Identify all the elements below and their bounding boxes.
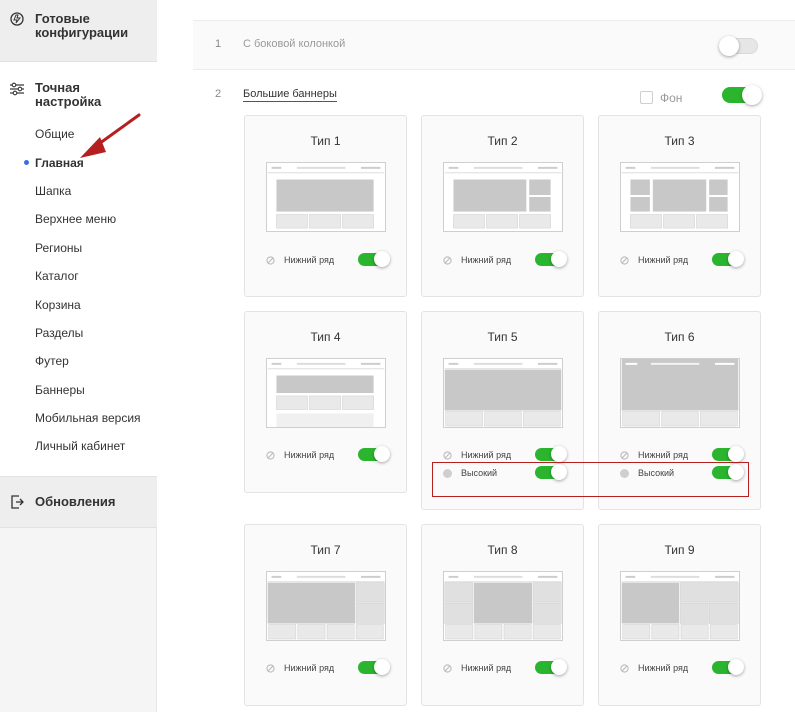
option-label: Нижний ряд bbox=[284, 450, 335, 460]
option-icon bbox=[443, 664, 452, 673]
sidebar-item-mobile[interactable]: Мобильная версия bbox=[35, 411, 141, 425]
banner-type-card[interactable]: Тип 3 Нижний ряд bbox=[598, 115, 761, 297]
option-label: Нижний ряд bbox=[284, 255, 335, 265]
updates-section[interactable]: Обновления bbox=[0, 476, 157, 528]
option-label: Нижний ряд bbox=[638, 255, 689, 265]
card-title: Тип 7 bbox=[310, 543, 341, 557]
option-icon bbox=[620, 451, 629, 460]
banner-type-card[interactable]: Тип 1 Нижний ряд bbox=[244, 115, 407, 297]
option-label: Нижний ряд bbox=[461, 450, 512, 460]
big-banners-toggle[interactable] bbox=[722, 85, 762, 105]
sliders-icon bbox=[10, 82, 24, 96]
option-icon bbox=[620, 664, 629, 673]
row-label: С боковой колонкой bbox=[243, 38, 346, 50]
layout-preview bbox=[620, 162, 740, 232]
sidebar-item-account[interactable]: Личный кабинет bbox=[35, 439, 125, 453]
option-label: Нижний ряд bbox=[461, 255, 512, 265]
updates-icon bbox=[11, 495, 24, 509]
bottom-row-toggle[interactable] bbox=[712, 251, 744, 267]
ready-configs-icon bbox=[10, 12, 24, 26]
sidebar-item-banners[interactable]: Баннеры bbox=[35, 383, 85, 397]
card-title: Тип 1 bbox=[310, 134, 341, 148]
big-banners-label[interactable]: Большие баннеры bbox=[243, 88, 337, 102]
background-checkbox[interactable] bbox=[640, 91, 653, 104]
sidebar-item-main[interactable]: Главная bbox=[35, 156, 84, 170]
tuning-label: Точная настройка bbox=[35, 80, 102, 109]
sidebar-item-sections[interactable]: Разделы bbox=[35, 326, 83, 340]
layout-preview bbox=[266, 358, 386, 428]
layout-preview bbox=[443, 358, 563, 428]
sidebar-item-catalog[interactable]: Каталог bbox=[35, 269, 79, 283]
bottom-row-toggle[interactable] bbox=[535, 659, 567, 675]
bottom-row-toggle[interactable] bbox=[358, 659, 390, 675]
layout-preview bbox=[443, 162, 563, 232]
option-icon bbox=[620, 256, 629, 265]
option-row-side-column: 1 С боковой колонкой bbox=[193, 20, 795, 70]
layout-preview bbox=[620, 358, 740, 428]
option-icon bbox=[443, 256, 452, 265]
ready-configs-label: Готовые конфигурации bbox=[35, 11, 129, 40]
option-icon bbox=[443, 451, 452, 460]
row-number: 2 bbox=[215, 88, 222, 100]
updates-label: Обновления bbox=[35, 494, 116, 509]
option-label: Нижний ряд bbox=[638, 663, 689, 673]
card-title: Тип 2 bbox=[487, 134, 518, 148]
ready-configs-section[interactable]: Готовые конфигурации bbox=[0, 0, 157, 62]
sidebar-item-footer[interactable]: Футер bbox=[35, 354, 69, 368]
option-label: Нижний ряд bbox=[284, 663, 335, 673]
card-title: Тип 9 bbox=[664, 543, 695, 557]
option-label: Нижний ряд bbox=[461, 663, 512, 673]
bottom-row-toggle[interactable] bbox=[358, 446, 390, 462]
sidebar-item-header[interactable]: Шапка bbox=[35, 184, 71, 198]
annotation-highlight-box bbox=[432, 462, 749, 497]
layout-preview bbox=[266, 571, 386, 641]
bottom-row-toggle[interactable] bbox=[358, 251, 390, 267]
card-title: Тип 5 bbox=[487, 330, 518, 344]
card-title: Тип 8 bbox=[487, 543, 518, 557]
layout-preview bbox=[266, 162, 386, 232]
row-number: 1 bbox=[215, 38, 222, 50]
option-icon bbox=[266, 256, 275, 265]
background-label: Фон bbox=[660, 91, 683, 105]
card-title: Тип 4 bbox=[310, 330, 341, 344]
option-icon bbox=[266, 451, 275, 460]
card-title: Тип 6 bbox=[664, 330, 695, 344]
sidebar-item-general[interactable]: Общие bbox=[35, 127, 74, 141]
sidebar-item-cart[interactable]: Корзина bbox=[35, 298, 81, 312]
layout-preview bbox=[620, 571, 740, 641]
card-title: Тип 3 bbox=[664, 134, 695, 148]
banner-type-card[interactable]: Тип 2 Нижний ряд bbox=[421, 115, 584, 297]
banner-type-card[interactable]: Тип 4 Нижний ряд bbox=[244, 311, 407, 493]
layout-preview bbox=[443, 571, 563, 641]
bottom-row-toggle[interactable] bbox=[535, 251, 567, 267]
sidebar-item-top-menu[interactable]: Верхнее меню bbox=[35, 212, 116, 226]
bottom-row-toggle[interactable] bbox=[535, 446, 567, 462]
sidebar: Готовые конфигурации Точная настройка Об… bbox=[0, 0, 157, 712]
banner-type-card[interactable]: Тип 8 Нижний ряд bbox=[421, 524, 584, 706]
option-label: Нижний ряд bbox=[638, 450, 689, 460]
side-column-toggle[interactable] bbox=[719, 36, 758, 56]
bottom-row-toggle[interactable] bbox=[712, 446, 744, 462]
banner-type-card[interactable]: Тип 7 Нижний ряд bbox=[244, 524, 407, 706]
banner-type-card[interactable]: Тип 9 Нижний ряд bbox=[598, 524, 761, 706]
option-icon bbox=[266, 664, 275, 673]
sidebar-item-regions[interactable]: Регионы bbox=[35, 241, 82, 255]
active-indicator-dot bbox=[24, 160, 29, 165]
bottom-row-toggle[interactable] bbox=[712, 659, 744, 675]
